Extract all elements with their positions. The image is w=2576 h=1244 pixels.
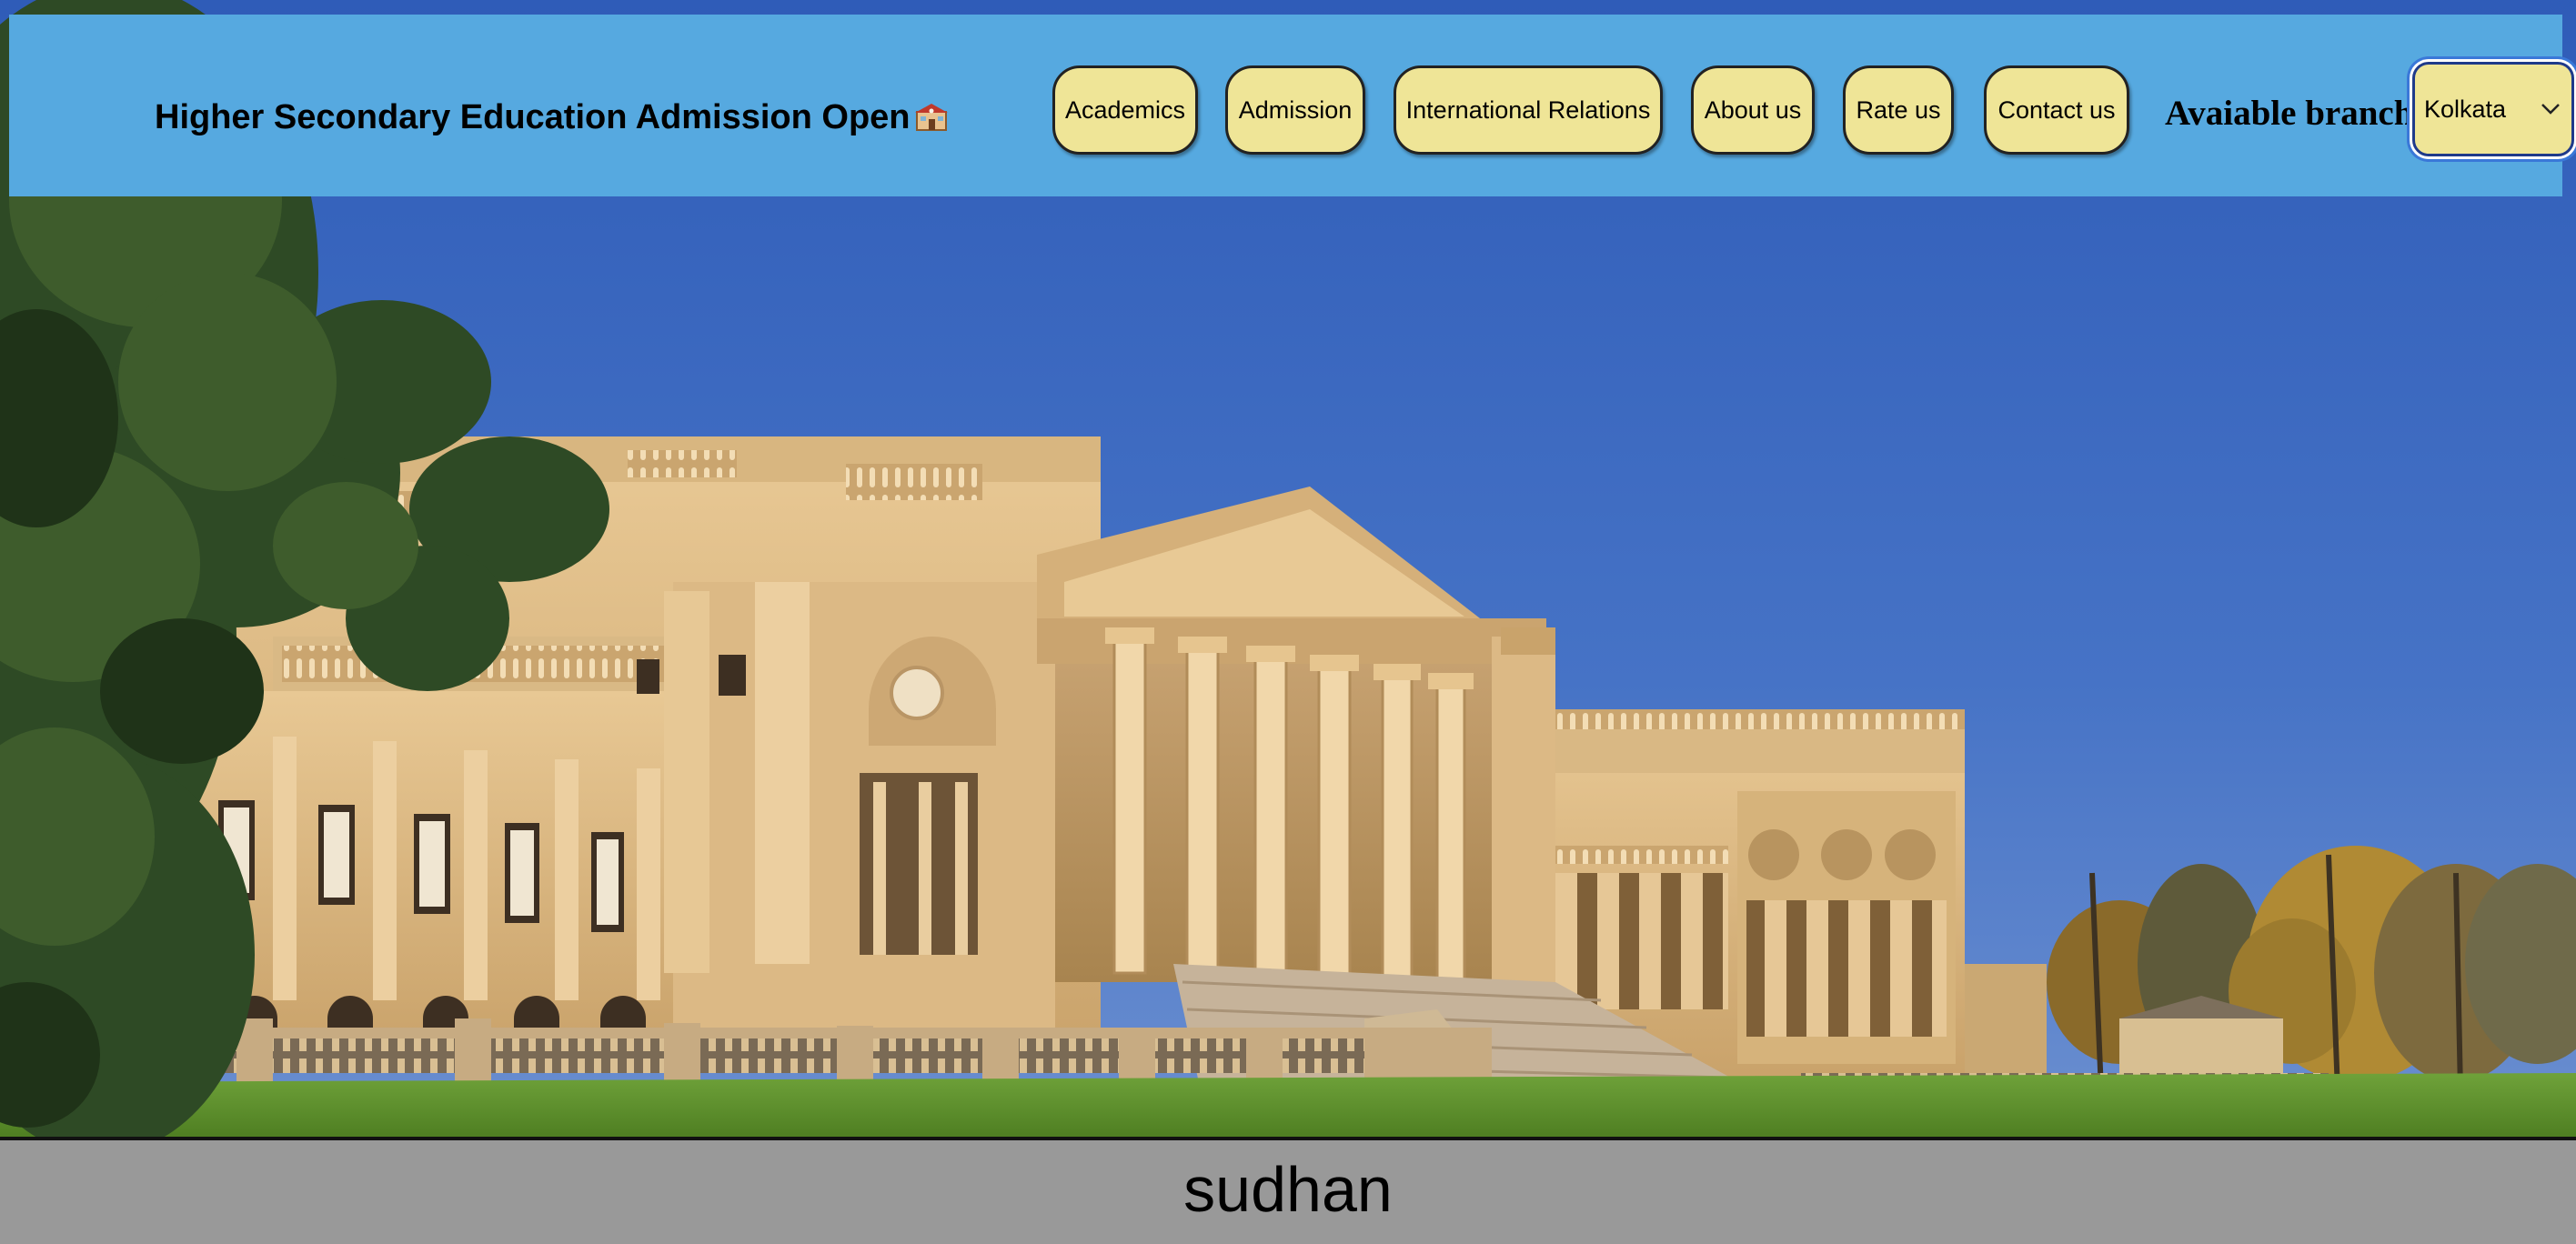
- nav-academics-button[interactable]: Academics: [1052, 65, 1198, 155]
- navbar: Higher Secondary Education Admission Ope…: [9, 15, 2574, 196]
- nav-rate-us-button[interactable]: Rate us: [1843, 65, 1954, 155]
- branch-select[interactable]: Kolkata: [2412, 62, 2574, 156]
- nav-contact-us-button[interactable]: Contact us: [1984, 65, 2129, 155]
- school-icon: [914, 101, 949, 132]
- chevron-down-icon: [2541, 104, 2560, 115]
- nav-international-relations-button[interactable]: International Relations: [1394, 65, 1663, 155]
- nav-about-us-button[interactable]: About us: [1691, 65, 1815, 155]
- footer: sudhan: [0, 1137, 2576, 1244]
- site-title-text: Higher Secondary Education Admission Ope…: [155, 98, 911, 136]
- branch-select-value: Kolkata: [2424, 95, 2507, 123]
- site-title: Higher Secondary Education Admission Ope…: [155, 98, 949, 137]
- nav-admission-button[interactable]: Admission: [1225, 65, 1365, 155]
- footer-text: sudhan: [1183, 1154, 1393, 1225]
- branch-label: Avaiable branch: [2165, 94, 2414, 133]
